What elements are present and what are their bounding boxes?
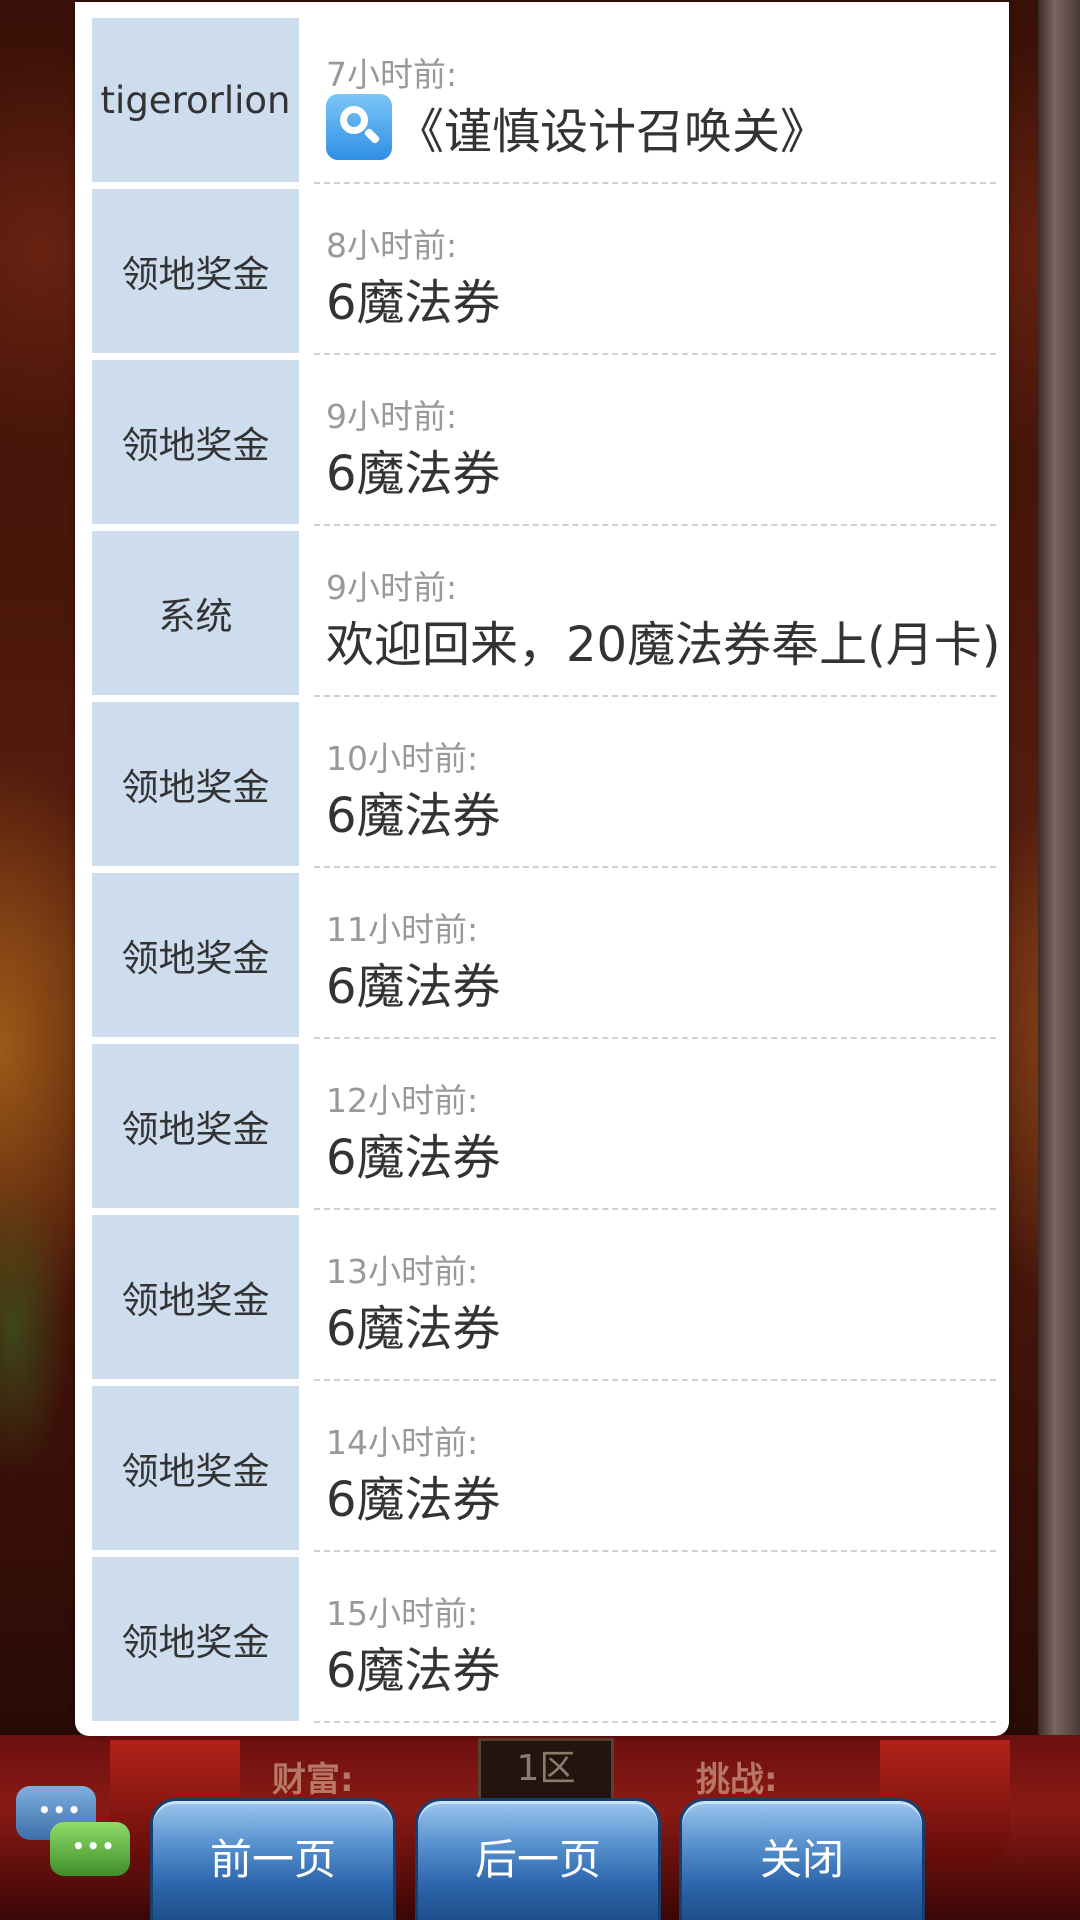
message-time: 7小时前: — [326, 55, 458, 94]
message-time: 12小时前: — [326, 1081, 479, 1120]
message-sender[interactable]: 领地奖金 — [92, 1044, 299, 1208]
message-text: 6魔法券 — [326, 1472, 501, 1528]
message-sender[interactable]: 领地奖金 — [92, 1557, 299, 1721]
scrollbar-strip — [1038, 0, 1080, 1920]
message-entry: 12小时前: 6魔法券 — [314, 1044, 996, 1210]
message-entry: 14小时前: 6魔法券 — [314, 1386, 996, 1552]
search-icon — [326, 94, 392, 160]
message-sender[interactable]: tigerorlion — [92, 18, 299, 182]
message-text: 《谨慎设计召唤关》 — [396, 104, 829, 160]
message-entry: 15小时前: 6魔法券 — [314, 1557, 996, 1723]
message-entry: 9小时前: 欢迎回来，20魔法券奉上(月卡) — [314, 531, 1001, 697]
message-entry: 9小时前: 6魔法券 — [314, 360, 996, 526]
message-text: 欢迎回来，20魔法券奉上(月卡) — [326, 617, 1001, 673]
message-sender[interactable]: 领地奖金 — [92, 1386, 299, 1550]
hud-challenge-label: 挑战: — [696, 1760, 778, 1800]
prev-page-button[interactable]: 前一页 — [150, 1798, 396, 1920]
message-content: 6魔法券 — [326, 1289, 501, 1359]
message-content: 6魔法券 — [326, 434, 501, 504]
message-sender[interactable]: 领地奖金 — [92, 702, 299, 866]
message-content: 6魔法券 — [326, 1631, 501, 1701]
message-time: 13小时前: — [326, 1252, 479, 1291]
message-content: 6魔法券 — [326, 263, 501, 333]
message-row: 领地奖金 10小时前: 6魔法券 — [92, 702, 996, 873]
message-row: tigerorlion 7小时前: 《谨慎设计召唤关》 — [92, 18, 996, 189]
message-time: 15小时前: — [326, 1594, 479, 1633]
message-row: 领地奖金 8小时前: 6魔法券 — [92, 189, 996, 360]
message-time: 8小时前: — [326, 226, 458, 265]
message-row: 领地奖金 12小时前: 6魔法券 — [92, 1044, 996, 1215]
message-row: 领地奖金 9小时前: 6魔法券 — [92, 360, 996, 531]
chat-icon[interactable]: ••• ••• — [16, 1786, 130, 1886]
message-time: 14小时前: — [326, 1423, 479, 1462]
message-text: 6魔法券 — [326, 1301, 501, 1357]
message-content: 6魔法券 — [326, 1460, 501, 1530]
message-entry: 11小时前: 6魔法券 — [314, 873, 996, 1039]
message-text: 6魔法券 — [326, 446, 501, 502]
message-content: 6魔法券 — [326, 1118, 501, 1188]
hud-wealth-label: 财富: — [272, 1760, 354, 1800]
message-row: 系统 9小时前: 欢迎回来，20魔法券奉上(月卡) — [92, 531, 1001, 702]
message-sender[interactable]: 领地奖金 — [92, 873, 299, 1037]
message-content[interactable]: 《谨慎设计召唤关》 — [326, 92, 828, 162]
message-time: 10小时前: — [326, 739, 479, 778]
message-panel: tigerorlion 7小时前: 《谨慎设计召唤关》 领地奖金 8小时前: 6魔法券 领地… — [75, 2, 1009, 1736]
message-content: 6魔法券 — [326, 947, 501, 1017]
message-row: 领地奖金 11小时前: 6魔法券 — [92, 873, 996, 1044]
message-row: 领地奖金 14小时前: 6魔法券 — [92, 1386, 996, 1557]
message-entry: 10小时前: 6魔法券 — [314, 702, 996, 868]
hud-zone-label: 1区 — [478, 1738, 614, 1804]
message-text: 6魔法券 — [326, 275, 501, 331]
message-text: 6魔法券 — [326, 959, 501, 1015]
message-text: 6魔法券 — [326, 1130, 501, 1186]
close-button[interactable]: 关闭 — [679, 1798, 925, 1920]
message-time: 9小时前: — [326, 397, 458, 436]
message-entry: 13小时前: 6魔法券 — [314, 1215, 996, 1381]
message-time: 9小时前: — [326, 568, 458, 607]
message-sender[interactable]: 系统 — [92, 531, 299, 695]
message-sender[interactable]: 领地奖金 — [92, 1215, 299, 1379]
background-tree — [0, 1180, 70, 1480]
message-sender[interactable]: 领地奖金 — [92, 360, 299, 524]
message-row: 领地奖金 13小时前: 6魔法券 — [92, 1215, 996, 1386]
message-text: 6魔法券 — [326, 788, 501, 844]
message-time: 11小时前: — [326, 910, 479, 949]
message-entry: 7小时前: 《谨慎设计召唤关》 — [314, 18, 996, 184]
message-text: 6魔法券 — [326, 1643, 501, 1699]
message-list: tigerorlion 7小时前: 《谨慎设计召唤关》 领地奖金 8小时前: 6魔法券 领地… — [92, 18, 1001, 1728]
next-page-button[interactable]: 后一页 — [415, 1798, 661, 1920]
message-sender[interactable]: 领地奖金 — [92, 189, 299, 353]
message-row: 领地奖金 15小时前: 6魔法券 — [92, 1557, 996, 1728]
message-entry: 8小时前: 6魔法券 — [314, 189, 996, 355]
message-content: 欢迎回来，20魔法券奉上(月卡) — [326, 605, 1001, 675]
message-content: 6魔法券 — [326, 776, 501, 846]
